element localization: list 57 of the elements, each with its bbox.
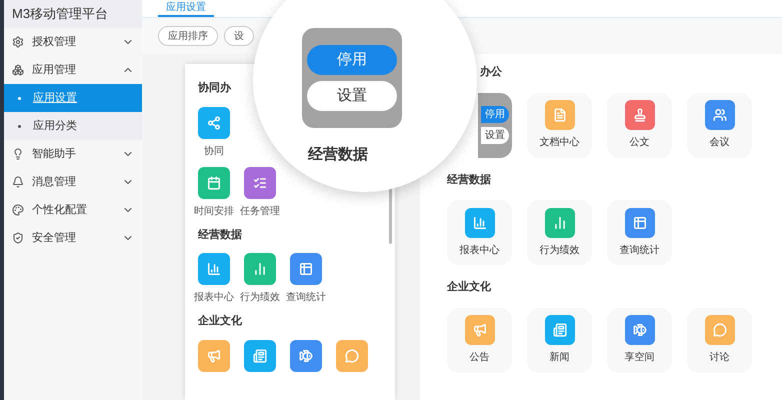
menu-item[interactable]: 应用管理 xyxy=(4,56,142,84)
section-title: 经营数据 xyxy=(447,172,491,188)
menu-item[interactable]: 消息管理 xyxy=(4,168,142,196)
app-label: 行为绩效 xyxy=(240,290,280,305)
menu-item[interactable]: 授权管理 xyxy=(4,28,142,56)
sidebar-title: M3移动管理平台 xyxy=(4,0,142,28)
app-card[interactable]: 报表中心 xyxy=(447,200,512,265)
palette-icon xyxy=(12,204,24,216)
submenu-item[interactable]: 应用设置 xyxy=(4,84,142,112)
toolbar-button[interactable]: 设 xyxy=(224,26,254,46)
action-button[interactable]: 停用 xyxy=(307,45,397,75)
app-label: 享空间 xyxy=(624,350,654,365)
submenu-item[interactable]: 应用分类 xyxy=(4,112,142,140)
app-label: 文档中心 xyxy=(540,136,580,150)
app-label: 任务管理 xyxy=(240,204,280,218)
bell-icon xyxy=(12,176,24,188)
app-card[interactable]: 享空间 xyxy=(607,308,672,372)
boxes-icon xyxy=(12,64,24,76)
app-label: 协同 xyxy=(204,144,224,158)
menu-item[interactable]: 智能助手 xyxy=(4,140,142,168)
app-label: 时间安排 xyxy=(194,204,234,218)
app-card[interactable]: 讨论 xyxy=(687,308,752,372)
app-label: 讨论 xyxy=(710,350,730,365)
app-label: 公告 xyxy=(470,350,490,365)
app-card[interactable]: 会议 xyxy=(687,92,752,158)
section-title: 经营数据 xyxy=(308,145,368,165)
action-button[interactable]: 设置 xyxy=(307,81,397,111)
action-button[interactable]: 停用 xyxy=(481,106,509,123)
app-card[interactable]: 停用 设置 xyxy=(478,92,512,158)
app-card[interactable]: 文档中心 xyxy=(527,92,592,158)
app-label: 查询统计 xyxy=(286,290,326,305)
app-label: 新闻 xyxy=(550,350,570,365)
lightbulb-icon xyxy=(12,148,24,160)
app-label: 公文 xyxy=(630,136,650,150)
section-title: 经营数据 xyxy=(198,228,242,242)
action-button[interactable]: 设置 xyxy=(481,127,509,144)
gear-icon xyxy=(12,36,24,48)
app-card[interactable]: 公告 xyxy=(447,308,512,372)
app-label: 会议 xyxy=(710,136,730,150)
app-card[interactable]: 查询统计 xyxy=(607,200,672,265)
app-card[interactable]: 公文 xyxy=(607,92,672,158)
section-title: 企业文化 xyxy=(447,280,491,295)
section-title: 办公 xyxy=(480,64,502,80)
app-label: 报表中心 xyxy=(460,244,500,258)
menu-item[interactable]: 安全管理 xyxy=(4,224,142,252)
app-label: 查询统计 xyxy=(620,244,660,258)
bullet-icon xyxy=(18,96,21,100)
toolbar-button[interactable]: 应用排序 xyxy=(158,26,218,46)
section-title: 企业文化 xyxy=(198,314,242,329)
app-card[interactable]: 新闻 xyxy=(527,308,592,372)
app-label: 报表中心 xyxy=(194,290,234,305)
app-label: 行为绩效 xyxy=(540,244,580,258)
app-card[interactable]: 行为绩效 xyxy=(527,200,592,265)
bullet-icon xyxy=(18,124,21,128)
section-title: 协同办 xyxy=(198,80,231,96)
menu-item[interactable]: 个性化配置 xyxy=(4,196,142,224)
shield-icon xyxy=(12,232,24,244)
